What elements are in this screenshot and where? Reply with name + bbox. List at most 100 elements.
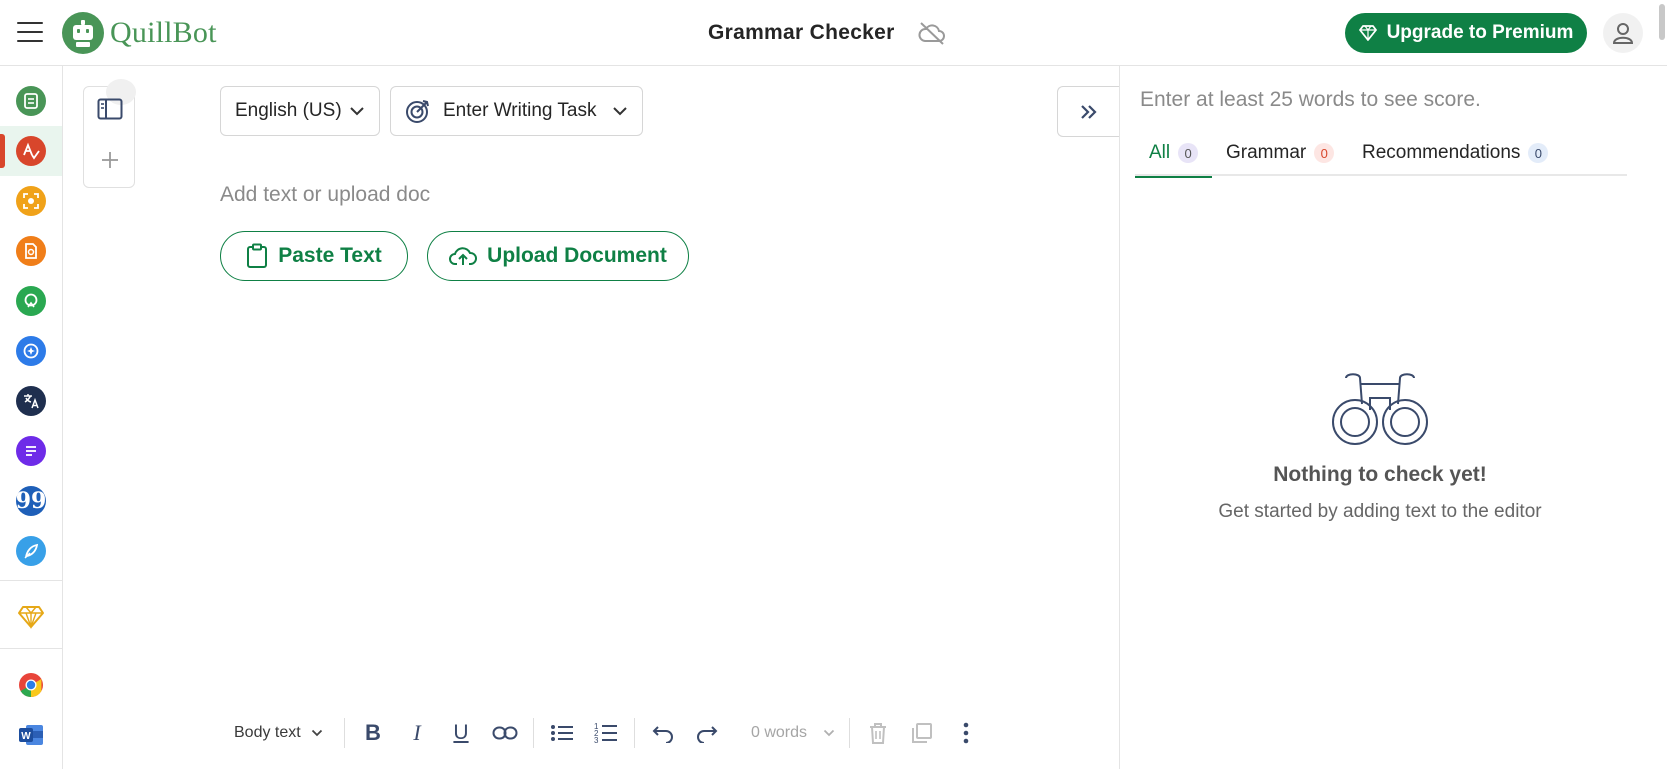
italic-button[interactable]: I <box>395 712 439 754</box>
delete-button[interactable] <box>856 712 900 754</box>
chevron-down-icon <box>350 107 364 116</box>
documents-panel <box>83 79 136 188</box>
undo-icon <box>652 726 673 743</box>
paste-text-label: Paste Text <box>278 244 382 267</box>
quote-icon: 99 <box>15 486 47 516</box>
binoculars-icon <box>1332 373 1428 445</box>
bold-button[interactable]: B <box>351 712 395 754</box>
chrome-icon <box>19 673 43 697</box>
italic-icon: I <box>413 720 421 745</box>
sidebar-item-citation-generator[interactable]: 99 <box>0 476 62 526</box>
sidebar-item-plagiarism-checker[interactable] <box>0 226 62 276</box>
tab-all-count: 0 <box>1178 143 1199 163</box>
upgrade-premium-button[interactable]: Upgrade to Premium <box>1345 13 1587 53</box>
page-title: Grammar Checker <box>708 21 895 44</box>
text-style-value: Body text <box>234 724 301 741</box>
tab-grammar-label: Grammar <box>1226 142 1307 163</box>
tab-recommendations-label: Recommendations <box>1362 142 1521 163</box>
humanizer-icon <box>16 286 46 316</box>
text-style-select[interactable]: Body text <box>220 724 338 742</box>
sidebar-item-premium[interactable] <box>0 592 62 642</box>
paraphraser-icon <box>16 86 46 116</box>
sidebar-item-summarizer[interactable] <box>0 426 62 476</box>
sidebar-item-chrome-extension[interactable] <box>0 660 62 710</box>
svg-text:W: W <box>21 731 31 742</box>
account-avatar[interactable] <box>1603 13 1643 53</box>
sidebar-item-word-addin[interactable]: W <box>0 710 62 760</box>
chevron-down-icon <box>311 729 322 737</box>
writing-task-label: Enter Writing Task <box>443 100 597 121</box>
bullet-list-icon <box>551 725 573 741</box>
formatting-toolbar: Body text B I U 1 2 3 0 words <box>220 712 1020 754</box>
underline-icon: U <box>453 721 469 744</box>
double-chevron-right-icon <box>1080 104 1097 119</box>
empty-state-subtitle: Get started by adding text to the editor <box>1218 501 1542 522</box>
pane-divider <box>1119 66 1120 769</box>
new-document-button[interactable] <box>95 145 125 175</box>
quill-icon <box>16 536 46 566</box>
collapse-results-button[interactable] <box>1057 86 1119 137</box>
clipboard-icon <box>247 243 268 268</box>
copy-button[interactable] <box>900 712 944 754</box>
sidebar-item-ai-humanizer[interactable] <box>0 276 62 326</box>
user-icon <box>1612 23 1634 44</box>
logo-text: QuillBot <box>110 16 217 49</box>
plagiarism-icon <box>16 236 46 266</box>
paste-text-button[interactable]: Paste Text <box>220 231 408 281</box>
language-value: English (US) <box>235 100 342 121</box>
score-hint: Enter at least 25 words to see score. <box>1140 88 1481 111</box>
sidebar-item-paraphraser[interactable] <box>0 76 62 126</box>
numbered-list-button[interactable]: 1 2 3 <box>584 712 628 754</box>
tab-recommendations[interactable]: Recommendations 0 <box>1362 130 1549 176</box>
more-options-button[interactable] <box>944 712 988 754</box>
word-count-select[interactable]: 0 words <box>729 724 843 742</box>
empty-state-title: Nothing to check yet! <box>1273 463 1487 486</box>
upgrade-label: Upgrade to Premium <box>1386 22 1574 43</box>
diamond-icon <box>1358 25 1377 41</box>
cloud-upload-icon <box>449 247 478 265</box>
ai-detector-icon <box>16 186 46 216</box>
sidebar-item-flow[interactable] <box>0 526 62 576</box>
scrollbar[interactable] <box>1659 4 1665 40</box>
chevron-down-icon <box>613 107 627 116</box>
word-count-value: 0 words <box>751 724 808 741</box>
bold-icon: B <box>365 720 381 745</box>
toggle-documents-button[interactable] <box>95 94 125 124</box>
numbered-list-icon: 1 2 3 <box>594 722 617 745</box>
word-icon: W <box>19 725 43 745</box>
svg-text:3: 3 <box>594 736 599 745</box>
language-select[interactable]: English (US) <box>220 86 380 136</box>
writing-task-select[interactable]: Enter Writing Task <box>390 86 643 136</box>
link-icon <box>492 726 518 740</box>
hamburger-menu-icon[interactable] <box>17 22 43 44</box>
sidebar-item-ai-detector[interactable] <box>0 176 62 226</box>
translate-icon <box>16 386 46 416</box>
sidebar-item-grammar-checker[interactable] <box>0 126 62 176</box>
redo-icon <box>697 726 718 743</box>
upload-document-label: Upload Document <box>487 244 667 267</box>
editor-placeholder[interactable]: Add text or upload doc <box>220 183 430 207</box>
quillbot-logo[interactable]: QuillBot <box>62 11 217 55</box>
copy-icon <box>912 723 932 743</box>
tools-sidebar: 99 W <box>0 66 63 769</box>
underline-button[interactable]: U <box>439 712 483 754</box>
undo-button[interactable] <box>641 712 685 754</box>
plus-icon <box>102 152 118 168</box>
sidebar-item-translator[interactable] <box>0 376 62 426</box>
sidebar-item-ai-chat[interactable] <box>0 326 62 376</box>
chevron-down-icon <box>823 729 835 737</box>
upload-document-button[interactable]: Upload Document <box>427 231 689 281</box>
cloud-off-icon <box>918 22 945 45</box>
results-tabs: All 0 Grammar 0 Recommendations 0 <box>1135 130 1627 178</box>
tab-all[interactable]: All 0 <box>1135 130 1213 178</box>
bullet-list-button[interactable] <box>540 712 584 754</box>
grammar-check-icon <box>16 136 46 166</box>
redo-button[interactable] <box>685 712 729 754</box>
summarizer-icon <box>16 436 46 466</box>
tab-all-label: All <box>1149 142 1171 163</box>
tab-recommendations-count: 0 <box>1528 143 1549 163</box>
tab-grammar[interactable]: Grammar 0 <box>1226 130 1335 176</box>
diamond-icon <box>18 606 44 629</box>
target-icon <box>406 100 429 123</box>
link-button[interactable] <box>483 712 527 754</box>
